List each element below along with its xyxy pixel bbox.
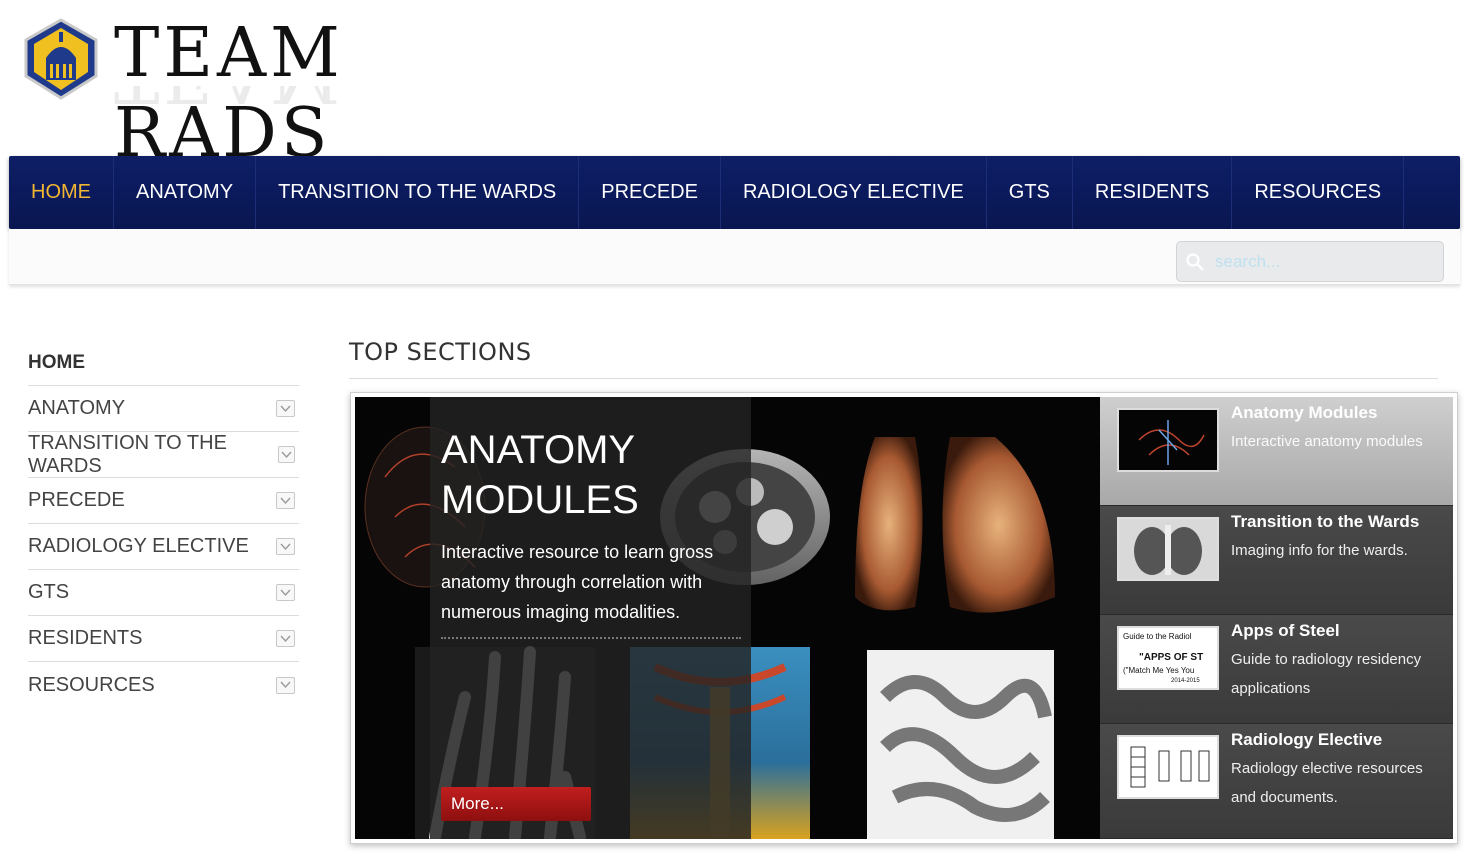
thumb-image [1117, 408, 1219, 472]
nav-precede[interactable]: PRECEDE [579, 156, 721, 229]
site-title-reflection: TEAM RADS [114, 86, 578, 116]
slide-title: ANATOMY MODULES [441, 425, 741, 525]
expand-toggle[interactable] [276, 400, 295, 417]
sidebar-item-label: ANATOMY [28, 397, 126, 419]
chevron-down-icon [280, 589, 291, 596]
sidebar-item-label: RADIOLOGY ELECTIVE [28, 535, 249, 557]
chevron-down-icon [280, 681, 291, 689]
more-button[interactable]: More... [441, 787, 591, 821]
sidebar-item-resources[interactable]: RESOURCES [28, 662, 299, 708]
chevron-down-icon [280, 405, 291, 412]
chest-xray-thumbnail-icon [1119, 519, 1217, 579]
thumb-radiology-elective[interactable]: Radiology Elective Radiology elective re… [1100, 724, 1453, 839]
slide-title-line-2: MODULES [441, 478, 639, 522]
thumb-anatomy-modules[interactable]: Anatomy Modules Interactive anatomy modu… [1100, 397, 1453, 506]
sidebar-item-label: HOME [28, 351, 85, 373]
search-bar-row [9, 229, 1460, 285]
featured-slider: ANATOMY MODULES Interactive resource to … [350, 392, 1458, 844]
thumb-transition-to-the-wards[interactable]: Transition to the Wards Imaging info for… [1100, 506, 1453, 615]
angiogram-thumbnail-icon [1119, 410, 1217, 470]
sidebar-item-label: TRANSITION TO THE WARDS [28, 431, 227, 477]
section-title: TOP SECTIONS [349, 338, 532, 366]
thumb-description: Guide to radiology residency application… [1231, 651, 1422, 697]
chevron-down-icon [281, 451, 292, 458]
thumb-doc-text-2: "APPS OF ST [1139, 652, 1204, 663]
section-divider [349, 378, 1438, 379]
thumb-image [1117, 517, 1219, 581]
sidebar-menu: HOME ANATOMY TRANSITION TO THE WARDS PRE… [28, 340, 299, 708]
sidebar-item-home[interactable]: HOME [28, 340, 299, 386]
expand-toggle[interactable] [276, 492, 295, 509]
slide-divider [441, 637, 741, 639]
sidebar-item-label: PRECEDE [28, 489, 125, 511]
search-icon [1186, 252, 1204, 270]
thumb-apps-of-steel[interactable]: Guide to the Radiol "APPS OF ST ("Match … [1100, 615, 1453, 724]
sidebar-item-label: RESOURCES [28, 673, 155, 696]
thumb-title: Radiology Elective [1231, 730, 1383, 749]
nav-transition-to-the-wards[interactable]: TRANSITION TO THE WARDS [256, 156, 580, 229]
nav-radiology-elective[interactable]: RADIOLOGY ELECTIVE [721, 156, 987, 229]
thumb-description: Radiology elective resources and documen… [1231, 760, 1423, 806]
main-nav: HOME ANATOMY TRANSITION TO THE WARDS PRE… [9, 156, 1460, 229]
diagram-thumbnail-icon [1119, 737, 1217, 797]
sidebar-item-radiology-elective[interactable]: RADIOLOGY ELECTIVE [28, 524, 299, 570]
sidebar-item-gts[interactable]: GTS [28, 570, 299, 616]
chevron-down-icon [280, 543, 291, 550]
slide-title-line-1: ANATOMY [441, 428, 636, 472]
sidebar-item-transition-to-the-wards[interactable]: TRANSITION TO THE WARDS [28, 432, 299, 478]
nav-residents[interactable]: RESIDENTS [1073, 156, 1233, 229]
thumb-description: Imaging info for the wards. [1231, 542, 1408, 559]
sidebar-item-precede[interactable]: PRECEDE [28, 478, 299, 524]
expand-toggle[interactable] [276, 630, 295, 647]
slide-description: Interactive resource to learn gross anat… [441, 542, 714, 622]
nav-home[interactable]: HOME [9, 156, 114, 229]
thumb-title: Anatomy Modules [1231, 403, 1378, 422]
search-box[interactable] [1176, 241, 1444, 282]
thumb-image [1117, 735, 1219, 799]
chevron-down-icon [280, 497, 291, 504]
site-logo[interactable]: TEAM RADS TEAM RADS [18, 8, 578, 173]
nav-resources[interactable]: RESOURCES [1232, 156, 1405, 229]
nav-gts[interactable]: GTS [987, 156, 1073, 229]
sidebar-item-label: RESIDENTS [28, 627, 143, 649]
featured-slide[interactable]: ANATOMY MODULES Interactive resource to … [355, 397, 1100, 839]
expand-toggle[interactable] [276, 584, 295, 601]
expand-toggle[interactable] [277, 446, 295, 463]
chevron-down-icon [280, 635, 291, 642]
thumb-image: Guide to the Radiol "APPS OF ST ("Match … [1117, 626, 1219, 690]
thumb-doc-text-1: Guide to the Radiol [1123, 632, 1192, 641]
thumb-doc-text-4: 2014-2015 [1171, 678, 1200, 684]
expand-toggle[interactable] [276, 538, 295, 555]
thumb-title: Apps of Steel [1231, 621, 1340, 640]
sidebar-item-residents[interactable]: RESIDENTS [28, 616, 299, 662]
expand-toggle[interactable] [276, 676, 295, 694]
thumb-doc-text-3: ("Match Me Yes You [1123, 666, 1195, 675]
sidebar-item-label: GTS [28, 581, 70, 603]
dome-emblem-icon [24, 18, 98, 100]
thumb-title: Transition to the Wards [1231, 512, 1420, 531]
sidebar-item-anatomy[interactable]: ANATOMY [28, 386, 299, 432]
slider-thumbnail-list: Anatomy Modules Interactive anatomy modu… [1100, 397, 1453, 839]
search-input[interactable] [1215, 251, 1435, 272]
thumb-description: Interactive anatomy modules [1231, 433, 1423, 450]
nav-anatomy[interactable]: ANATOMY [114, 156, 257, 229]
